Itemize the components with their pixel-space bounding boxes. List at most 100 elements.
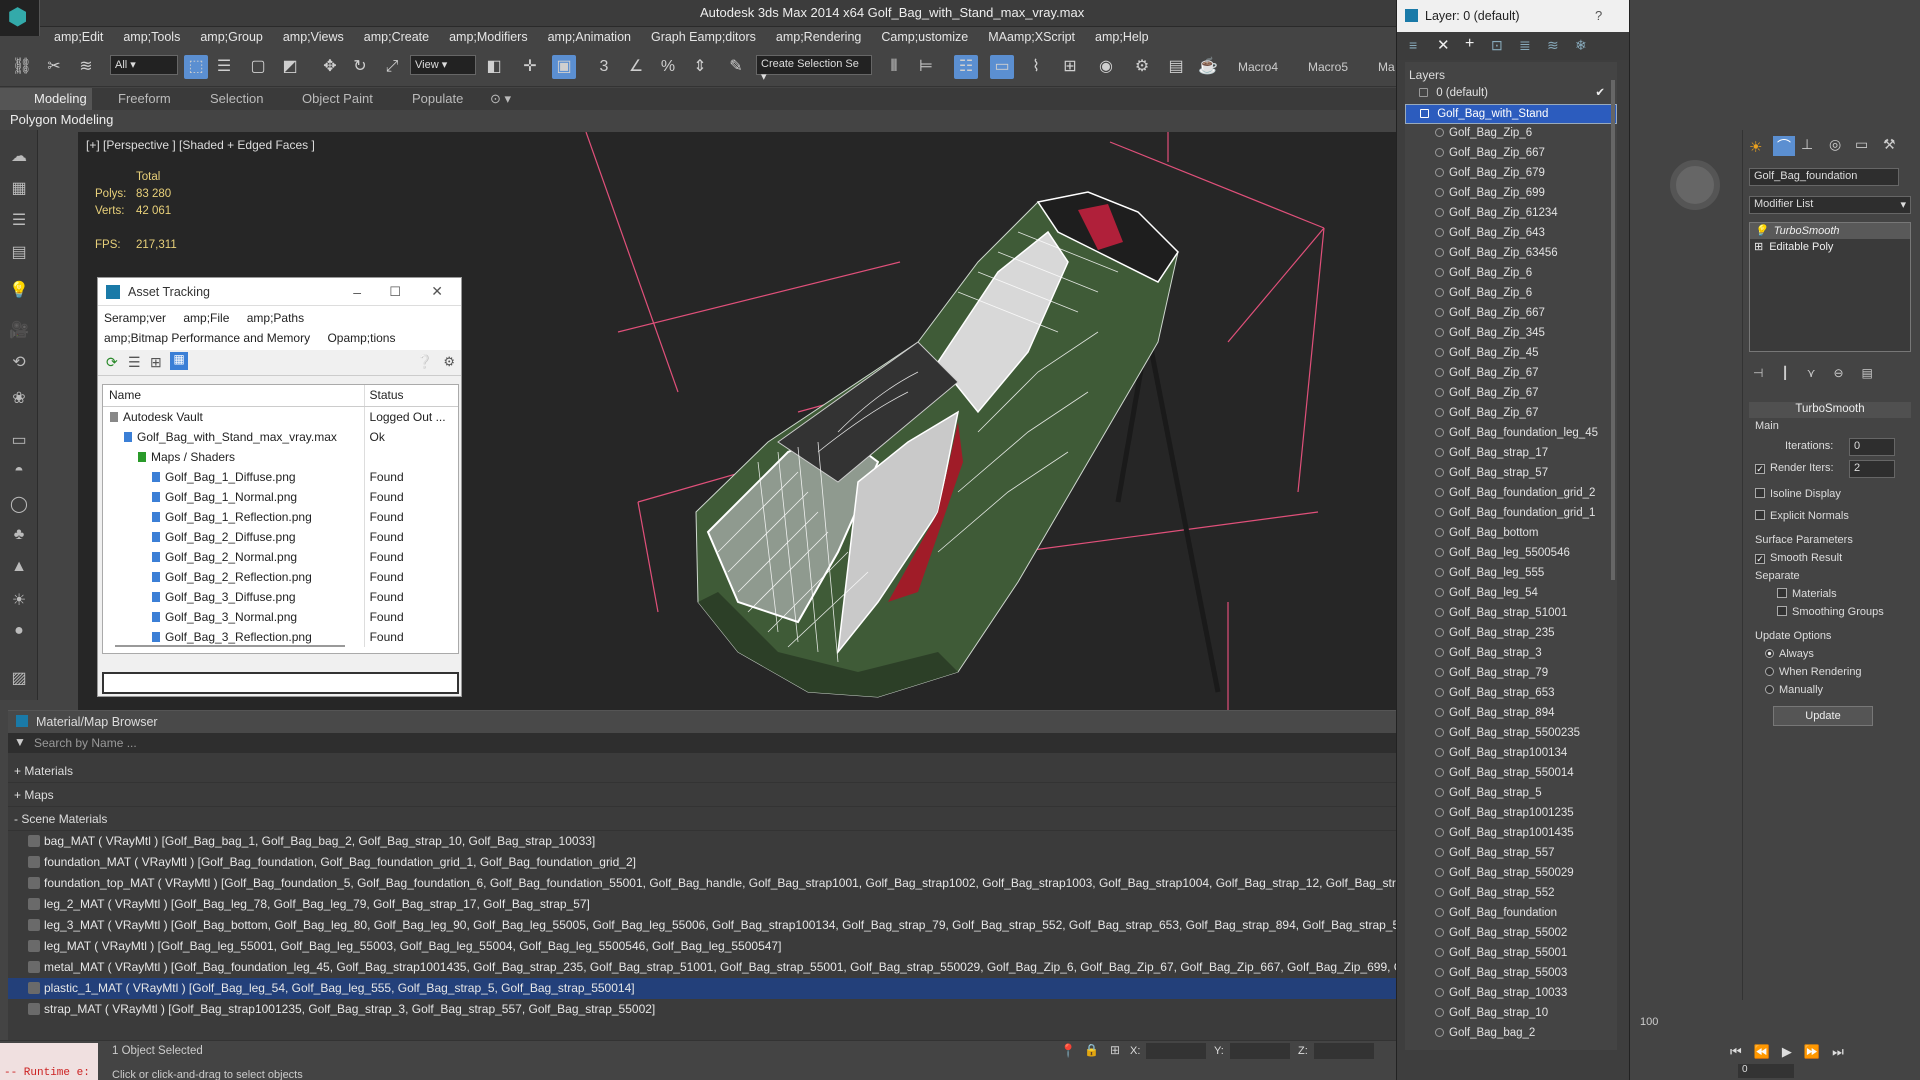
goto-end-icon[interactable]: ⏭ (1832, 1044, 1844, 1060)
hierarchy-tab-icon[interactable]: ⊥ (1801, 136, 1813, 153)
transform-type-in-icon[interactable]: ⊞ (1110, 1043, 1120, 1057)
asset-row[interactable]: Golf_Bag_2_Diffuse.png Found (103, 527, 458, 547)
play-icon[interactable]: ▶ (1782, 1044, 1792, 1060)
hide-all-icon[interactable]: ≋ (1547, 37, 1559, 54)
manually-radio[interactable]: Manually (1765, 684, 1823, 696)
move-icon[interactable]: ✥ (318, 55, 342, 79)
asset-row[interactable]: Golf_Bag_1_Reflection.png Found (103, 507, 458, 527)
freeze-all-icon[interactable]: ❄ (1575, 37, 1587, 54)
scene-material-item[interactable]: strap_MAT ( VRayMtl ) [Golf_Bag_strap100… (8, 999, 1396, 1020)
delete-layer-icon[interactable]: ✕ (1437, 36, 1450, 54)
refresh-icon[interactable]: ⟳ (106, 354, 118, 371)
render-production-icon[interactable]: ☕ (1196, 55, 1220, 79)
rendered-frame-icon[interactable]: ▤ (1164, 55, 1188, 79)
help-icon[interactable]: ❔ (417, 354, 433, 370)
layer-object-item[interactable]: Golf_Bag_leg_54 (1405, 584, 1617, 604)
material-browser-titlebar[interactable]: Material/Map Browser (8, 711, 1396, 733)
category-materials[interactable]: + Materials (8, 759, 1396, 783)
macro5-button[interactable]: Macro5 (1308, 60, 1348, 74)
prev-frame-icon[interactable]: ⏪ (1754, 1044, 1770, 1060)
list-icon[interactable]: ☰ (8, 210, 30, 232)
active-check-icon[interactable]: ✔ (1595, 85, 1605, 99)
render-iters-spinner[interactable]: 2 (1849, 460, 1895, 478)
layer-object-item[interactable]: Golf_Bag_Zip_61234 (1405, 204, 1617, 224)
box-icon[interactable]: ▭ (8, 430, 30, 452)
cone-icon[interactable]: ▲ (8, 558, 30, 580)
menu-maxscript[interactable]: MAamp;XScript (978, 27, 1085, 49)
keyboard-shortcut-icon[interactable]: ▣ (552, 55, 576, 79)
layer-scrollbar-thumb[interactable] (1611, 80, 1615, 580)
layer-dialog-titlebar[interactable]: Layer: 0 (default) ? ✕ (1397, 0, 1645, 32)
stack-item-turbosmooth[interactable]: 💡 TurboSmooth (1750, 223, 1910, 239)
menu-views[interactable]: amp;Views (273, 27, 354, 49)
material-editor-icon[interactable]: ◉ (1094, 55, 1118, 79)
asset-tracking-titlebar[interactable]: Asset Tracking – ☐ ✕ (98, 278, 461, 306)
close-icon[interactable]: ✕ (431, 283, 443, 300)
turbosmooth-rollout[interactable]: TurboSmooth (1749, 402, 1911, 418)
menu-group[interactable]: amp;Group (190, 27, 273, 49)
help-button[interactable]: ? (1595, 8, 1602, 23)
create-tab-icon[interactable]: ☀ (1749, 138, 1762, 156)
z-coord-field[interactable] (1314, 1043, 1374, 1059)
layer-object-item[interactable]: Golf_Bag_bottom (1405, 524, 1617, 544)
snaps-toggle-icon[interactable]: 3 (592, 55, 616, 79)
layer-object-item[interactable]: Golf_Bag_Zip_67 (1405, 404, 1617, 424)
configure-sets-icon[interactable]: ▤ (1862, 366, 1891, 380)
horizontal-scrollbar[interactable] (115, 645, 345, 647)
layer-object-item[interactable]: Golf_Bag_bag_2 (1405, 1024, 1617, 1044)
asset-row[interactable]: Golf_Bag_1_Normal.png Found (103, 487, 458, 507)
layer-object-item[interactable]: Golf_Bag_Zip_67 (1405, 364, 1617, 384)
category-maps[interactable]: + Maps (8, 783, 1396, 807)
menu-modifiers[interactable]: amp;Modifiers (439, 27, 538, 49)
tab-object-paint[interactable]: Object Paint (302, 91, 373, 106)
checkbox-icon[interactable]: ✓ (1755, 464, 1765, 474)
asset-row[interactable]: Golf_Bag_3_Diffuse.png Found (103, 587, 458, 607)
remove-modifier-icon[interactable]: ⊖ (1833, 366, 1861, 380)
always-radio[interactable]: Always (1765, 648, 1814, 660)
ribbon-sub-polygon-modeling[interactable]: Polygon Modeling (10, 112, 113, 127)
layer-object-item[interactable]: Golf_Bag_foundation_grid_1 (1405, 504, 1617, 524)
layer-object-item[interactable]: Golf_Bag_strap_57 (1405, 464, 1617, 484)
tab-populate[interactable]: Populate (412, 91, 463, 106)
spinner-snap-icon[interactable]: ⇕ (688, 55, 712, 79)
macro4-button[interactable]: Macro4 (1238, 60, 1278, 74)
menu-animation[interactable]: amp;Animation (538, 27, 641, 49)
iterations-spinner[interactable]: 0 (1849, 438, 1895, 456)
pivot-center-icon[interactable]: ◧ (482, 55, 506, 79)
minimize-icon[interactable]: – (353, 284, 361, 300)
scene-material-item[interactable]: plastic_1_MAT ( VRayMtl ) [Golf_Bag_leg_… (8, 978, 1396, 999)
mirror-icon[interactable]: ⫴ (882, 55, 906, 79)
angle-snap-icon[interactable]: ∠ (624, 55, 648, 79)
x-coord-field[interactable] (1146, 1043, 1206, 1059)
render-setup-icon[interactable]: ⚙ (1130, 55, 1154, 79)
menu-create[interactable]: amp;Create (354, 27, 439, 49)
ribbon-options-icon[interactable]: ⊙ ▾ (490, 91, 511, 107)
menu-graph-editors[interactable]: Graph Eamp;ditors (641, 27, 766, 49)
sphere-icon[interactable]: ◓ (8, 462, 30, 484)
scene-material-item[interactable]: leg_3_MAT ( VRayMtl ) [Golf_Bag_bottom, … (8, 915, 1396, 936)
scene-material-item[interactable]: leg_MAT ( VRayMtl ) [Golf_Bag_leg_55001,… (8, 936, 1396, 957)
layer-object-item[interactable]: Golf_Bag_strap_10 (1405, 1004, 1617, 1024)
add-to-layer-icon[interactable]: + (1465, 35, 1474, 53)
layer-object-item[interactable]: Golf_Bag_strap1001235 (1405, 804, 1617, 824)
radio-icon[interactable] (1765, 667, 1774, 676)
layer-golf-bag-with-stand[interactable]: Golf_Bag_with_Stand (1405, 104, 1617, 124)
menu-tools[interactable]: amp;Tools (113, 27, 190, 49)
smoothing-groups-checkbox[interactable]: Smoothing Groups (1777, 606, 1884, 618)
layer-object-item[interactable]: Golf_Bag_strap_235 (1405, 624, 1617, 644)
checkbox-icon[interactable] (1777, 588, 1787, 598)
isoline-checkbox[interactable]: Isoline Display (1755, 488, 1841, 500)
search-dropdown-icon[interactable]: ▼ (14, 735, 26, 749)
layer-object-item[interactable]: Golf_Bag_strap_557 (1405, 844, 1617, 864)
layer-object-item[interactable]: Golf_Bag_strap_552 (1405, 884, 1617, 904)
color-icon[interactable]: ❀ (8, 388, 30, 410)
explicit-normals-checkbox[interactable]: Explicit Normals (1755, 510, 1849, 522)
category-scene-materials[interactable]: - Scene Materials (8, 807, 1396, 831)
named-selection-dropdown[interactable]: Create Selection Se ▾ (756, 55, 872, 83)
percent-snap-icon[interactable]: % (656, 55, 680, 79)
radio-icon[interactable] (1765, 685, 1774, 694)
checkbox-icon[interactable] (1755, 488, 1765, 498)
smooth-result-checkbox[interactable]: ✓ Smooth Result (1755, 552, 1842, 564)
light-bulb-icon[interactable]: 💡 (8, 280, 30, 302)
menu-file[interactable]: amp;File (183, 311, 229, 325)
